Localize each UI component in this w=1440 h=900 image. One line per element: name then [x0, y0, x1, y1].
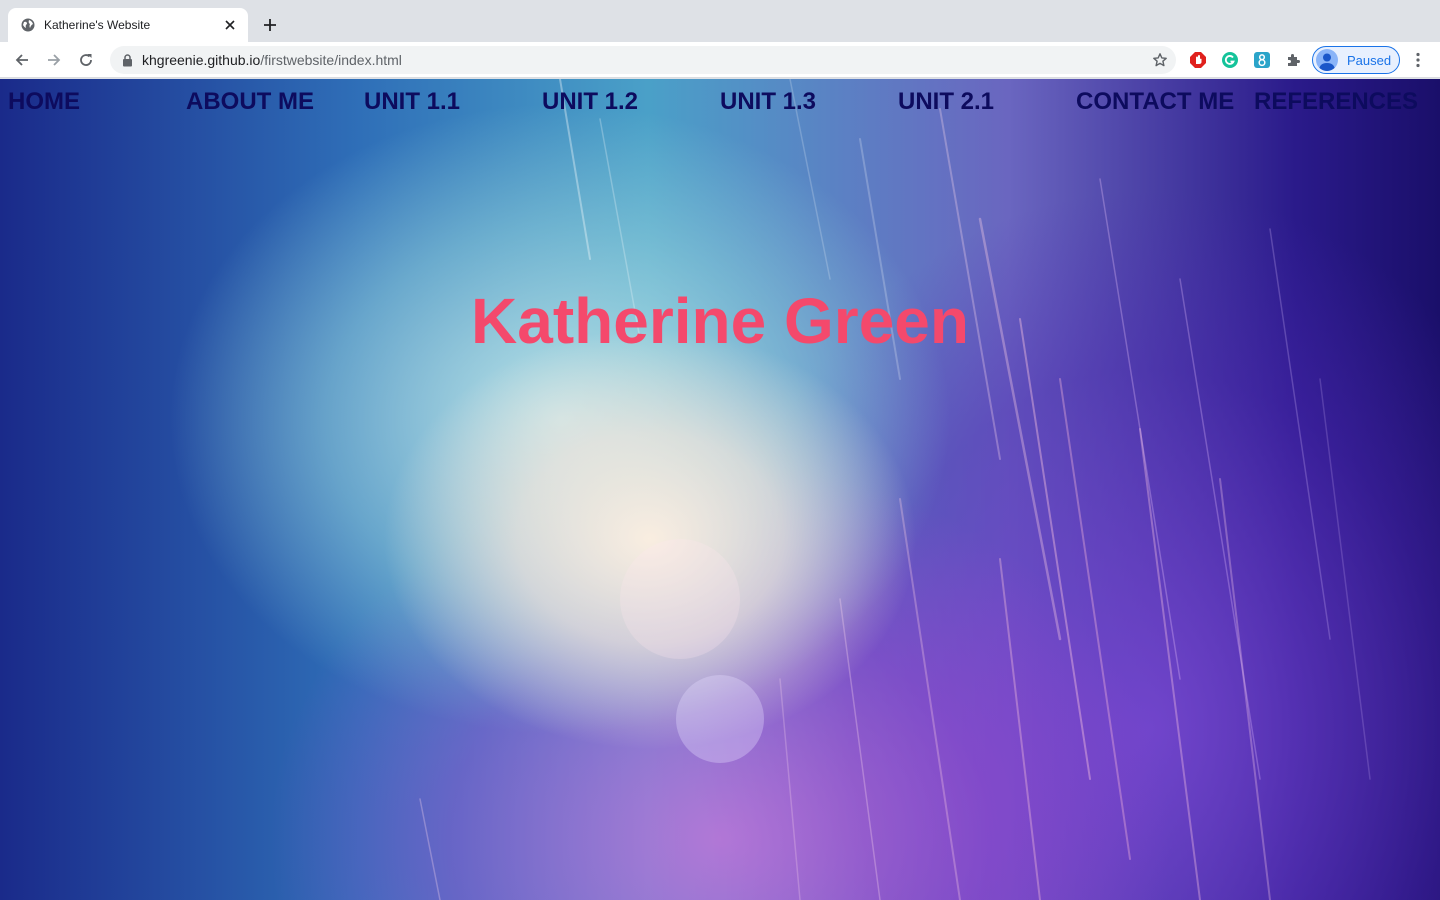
nav-link-unit-1-1[interactable]: UNIT 1.1: [364, 88, 460, 116]
browser-toolbar: khgreenie.github.io/firstwebsite/index.h…: [0, 42, 1440, 78]
nav-link-home[interactable]: HOME: [8, 88, 80, 116]
page-title: Katherine Green: [471, 285, 969, 357]
nav-link-contact-me[interactable]: CONTACT ME: [1076, 88, 1234, 116]
background-light-streaks: [419, 79, 1371, 900]
tab-title: Katherine's Website: [44, 18, 151, 32]
profile-status-label: Paused: [1347, 52, 1392, 68]
grammarly-icon[interactable]: [1220, 50, 1240, 70]
url-host: khgreenie.github.io: [142, 52, 261, 68]
extension-8-icon[interactable]: [1252, 50, 1272, 70]
page-viewport: HOME ABOUT ME UNIT 1.1 UNIT 1.2 UNIT 1.3…: [0, 79, 1440, 900]
nav-link-about-me[interactable]: ABOUT ME: [186, 88, 314, 116]
browser-tab[interactable]: Katherine's Website: [8, 8, 248, 42]
reload-icon: [80, 54, 92, 66]
bookmark-star-icon[interactable]: [1152, 52, 1168, 68]
url-text: khgreenie.github.io/firstwebsite/index.h…: [142, 52, 402, 68]
kebab-menu-icon[interactable]: [1408, 50, 1428, 70]
site-nav: HOME ABOUT ME UNIT 1.1 UNIT 1.2 UNIT 1.3…: [0, 79, 1440, 123]
reload-button[interactable]: [74, 48, 98, 72]
avatar-icon: [1316, 49, 1338, 71]
arrow-right-icon: [48, 54, 61, 66]
nav-link-unit-1-2[interactable]: UNIT 1.2: [542, 88, 638, 116]
lock-icon: [120, 53, 134, 67]
address-bar[interactable]: khgreenie.github.io/firstwebsite/index.h…: [110, 46, 1176, 74]
url-path: /firstwebsite/index.html: [260, 52, 402, 68]
nav-link-references[interactable]: REFERENCES: [1254, 88, 1418, 116]
puzzle-icon[interactable]: [1284, 50, 1304, 70]
tab-strip: Katherine's Website: [0, 0, 1440, 42]
new-tab-button[interactable]: [258, 13, 282, 37]
adblock-icon[interactable]: [1188, 50, 1208, 70]
forward-button[interactable]: [42, 48, 66, 72]
profile-button[interactable]: Paused: [1312, 46, 1400, 74]
arrow-left-icon: [15, 54, 28, 66]
back-button[interactable]: [10, 48, 34, 72]
nav-link-unit-1-3[interactable]: UNIT 1.3: [720, 88, 816, 116]
close-tab-icon[interactable]: [222, 17, 238, 33]
nav-link-unit-2-1[interactable]: UNIT 2.1: [898, 88, 994, 116]
globe-icon: [20, 17, 36, 33]
